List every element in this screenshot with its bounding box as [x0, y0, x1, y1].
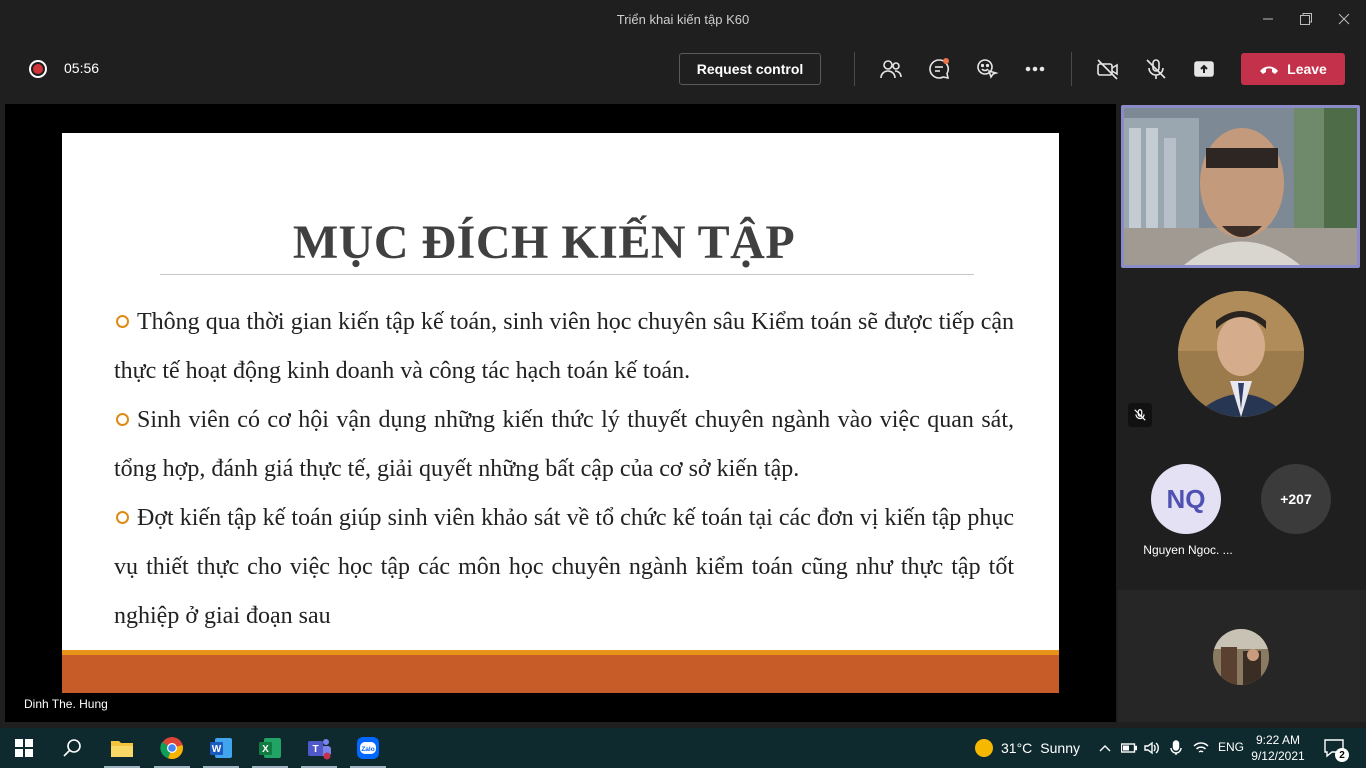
mic-toggle-button[interactable] [1141, 54, 1171, 84]
participant-video-tile[interactable] [1121, 105, 1360, 268]
participant-name: Nguyen Ngoc. ... [1143, 543, 1233, 557]
toolbar-divider [854, 52, 855, 86]
close-button[interactable] [1322, 0, 1366, 38]
chrome-icon [160, 737, 183, 760]
taskbar-word[interactable]: W [197, 728, 245, 768]
battery-icon [1121, 743, 1137, 753]
battery-indicator[interactable] [1119, 728, 1139, 768]
muted-indicator [1128, 403, 1152, 427]
chevron-up-icon [1099, 745, 1111, 752]
clock-time: 9:22 AM [1255, 733, 1301, 747]
participant-avatar-small[interactable] [1213, 629, 1269, 685]
slide-bullet: Sinh viên có cơ hội vận dụng những kiến … [106, 396, 1014, 494]
toolbar-divider [1071, 52, 1072, 86]
chat-icon [929, 58, 950, 80]
window-title-bar: Triển khai kiến tập K60 [0, 0, 1366, 38]
windows-start-icon [15, 739, 33, 757]
shared-screen-stage: MỤC ĐÍCH KIẾN TẬP Thông qua thời gian ki… [5, 104, 1116, 722]
participant-video-image [1124, 108, 1357, 265]
search-button[interactable] [48, 728, 96, 768]
more-participants-button[interactable]: +207 [1261, 464, 1331, 534]
people-icon [880, 60, 902, 79]
leave-label: Leave [1287, 61, 1327, 77]
bullet-circle-icon [116, 413, 129, 426]
taskbar-file-explorer[interactable] [98, 728, 146, 768]
restore-icon [1300, 13, 1312, 25]
reactions-button[interactable] [972, 54, 1002, 84]
slide-title: MỤC ĐÍCH KIẾN TẬP [292, 216, 796, 269]
excel-icon: X [259, 738, 281, 758]
avatar [1178, 291, 1304, 417]
meeting-toolbar: 05:56 Request control Leave [0, 38, 1366, 100]
slide-bullet: Đợt kiến tập kế toán giúp sinh viên khảo… [106, 494, 1014, 641]
wifi-icon [1193, 742, 1209, 753]
presentation-slide: MỤC ĐÍCH KIẾN TẬP Thông qua thời gian ki… [62, 133, 1059, 693]
reactions-icon [977, 59, 999, 79]
slide-footer-band [62, 655, 1059, 693]
microphone-indicator[interactable] [1166, 728, 1186, 768]
avatar [1213, 629, 1269, 685]
leave-button[interactable]: Leave [1241, 53, 1345, 85]
svg-text:Zalo: Zalo [361, 746, 374, 753]
zalo-icon: Zalo [357, 737, 379, 759]
bullet-text: Đợt kiến tập kế toán giúp sinh viên khảo… [114, 505, 1014, 629]
mic-off-icon [1146, 59, 1166, 79]
svg-text:T: T [312, 744, 318, 755]
volume-icon [1144, 741, 1159, 755]
taskbar-zalo[interactable]: Zalo [344, 728, 392, 768]
sun-icon [975, 739, 993, 757]
close-icon [1338, 13, 1350, 25]
bullet-circle-icon [116, 511, 129, 524]
start-button[interactable] [0, 728, 48, 768]
word-icon: W [210, 738, 232, 758]
taskbar-chrome[interactable] [148, 728, 196, 768]
taskbar-teams[interactable]: T [295, 728, 343, 768]
slide-title-underline [160, 274, 974, 275]
search-icon [63, 739, 81, 757]
participants-button[interactable] [876, 54, 906, 84]
show-hidden-icons-button[interactable] [1095, 728, 1115, 768]
volume-control[interactable] [1142, 728, 1162, 768]
taskbar-excel[interactable]: X [246, 728, 294, 768]
camera-off-icon [1097, 59, 1118, 80]
more-options-icon [1025, 66, 1045, 72]
network-indicator[interactable] [1191, 728, 1211, 768]
presenter-name-label: Dinh The. Hung [18, 693, 114, 715]
teams-icon: T [308, 739, 331, 760]
chat-button[interactable] [924, 54, 954, 84]
file-explorer-icon [111, 741, 133, 757]
weather-description: Sunny [1040, 740, 1080, 756]
phone-hangup-icon [1260, 66, 1279, 74]
bullet-text: Thông qua thời gian kiến tập kế toán, si… [114, 309, 1014, 384]
windows-taskbar: W X T Zalo 31°C Sunny ENG 9:22 AM 9/12/2… [0, 728, 1366, 768]
share-tray-icon [1194, 61, 1214, 77]
input-language[interactable]: ENG [1218, 740, 1244, 754]
share-tray-button[interactable] [1189, 54, 1219, 84]
more-options-button[interactable] [1020, 54, 1050, 84]
meeting-timer: 05:56 [64, 60, 100, 76]
window-title: Triển khai kiến tập K60 [616, 11, 750, 27]
participant-avatar-photo[interactable] [1178, 291, 1304, 417]
clock-date: 9/12/2021 [1251, 749, 1305, 763]
slide-bullet: Thông qua thời gian kiến tập kế toán, si… [106, 298, 1014, 396]
mic-off-icon [1134, 409, 1146, 421]
bullet-circle-icon [116, 315, 129, 328]
minimize-icon [1263, 18, 1273, 20]
record-icon [29, 60, 47, 78]
request-control-button[interactable]: Request control [679, 53, 821, 85]
weather-temperature: 31°C [1001, 740, 1033, 756]
notification-count-badge: 2 [1335, 748, 1349, 762]
bullet-text: Sinh viên có cơ hội vận dụng những kiến … [114, 407, 1014, 482]
weather-widget[interactable]: 31°C Sunny [975, 728, 1080, 768]
microphone-icon [1170, 740, 1182, 755]
svg-text:W: W [212, 744, 222, 755]
svg-text:X: X [262, 744, 269, 755]
slide-bullet-list: Thông qua thời gian kiến tập kế toán, si… [106, 298, 1014, 641]
taskbar-clock[interactable]: 9:22 AM 9/12/2021 [1250, 732, 1306, 764]
camera-toggle-button[interactable] [1093, 54, 1123, 84]
participant-initials-avatar[interactable]: NQ [1151, 464, 1221, 534]
